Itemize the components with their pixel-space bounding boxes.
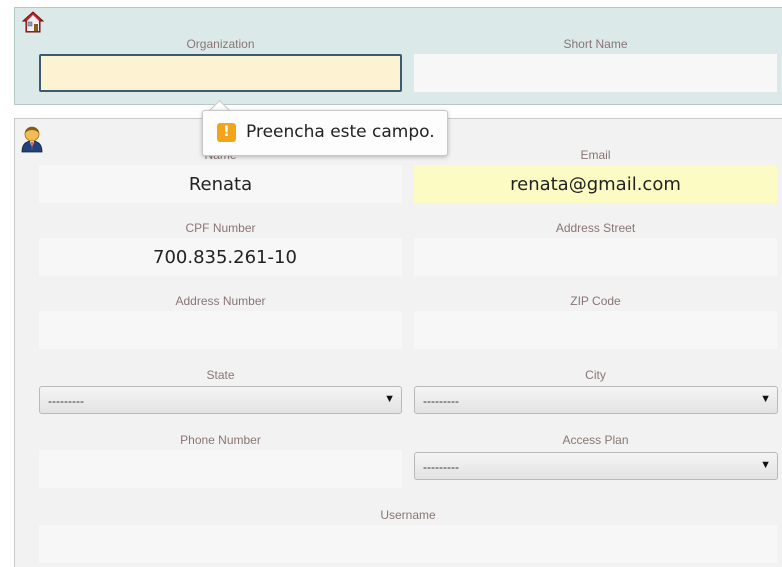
email-input[interactable] [414, 165, 777, 203]
organization-label: Organization [186, 37, 255, 51]
email-label: Email [580, 148, 611, 162]
address-number-input[interactable] [39, 311, 402, 349]
home-icon [21, 11, 45, 33]
access-plan-select-value: --------- [423, 460, 459, 474]
address-street-input[interactable] [414, 238, 777, 276]
cpf-input[interactable] [39, 238, 402, 276]
dropdown-arrow-icon: ▼ [760, 393, 771, 405]
state-select-value: --------- [48, 394, 84, 408]
state-label: State [206, 368, 235, 382]
city-select-value: --------- [423, 394, 459, 408]
dropdown-arrow-icon: ▼ [760, 459, 771, 471]
city-label: City [585, 368, 606, 382]
organization-input[interactable] [39, 54, 402, 92]
username-label: Username [380, 508, 436, 522]
state-select[interactable]: --------- ▼ [39, 386, 402, 414]
access-plan-label: Access Plan [562, 433, 629, 447]
phone-number-input[interactable] [39, 450, 402, 488]
username-input[interactable] [39, 525, 777, 563]
zip-code-input[interactable] [414, 311, 777, 349]
dropdown-arrow-icon: ▼ [384, 393, 395, 405]
validation-tooltip: ! Preencha este campo. [202, 110, 448, 156]
access-plan-select[interactable]: --------- ▼ [414, 452, 778, 480]
phone-number-label: Phone Number [180, 433, 261, 447]
validation-message: Preencha este campo. [246, 122, 435, 142]
warning-icon: ! [217, 123, 236, 142]
short-name-input[interactable] [414, 54, 777, 92]
short-name-label: Short Name [563, 37, 628, 51]
zip-code-label: ZIP Code [570, 294, 621, 308]
city-select[interactable]: --------- ▼ [414, 386, 778, 414]
name-input[interactable] [39, 165, 402, 203]
address-number-label: Address Number [175, 294, 266, 308]
address-street-label: Address Street [555, 221, 636, 235]
cpf-label: CPF Number [185, 221, 256, 235]
